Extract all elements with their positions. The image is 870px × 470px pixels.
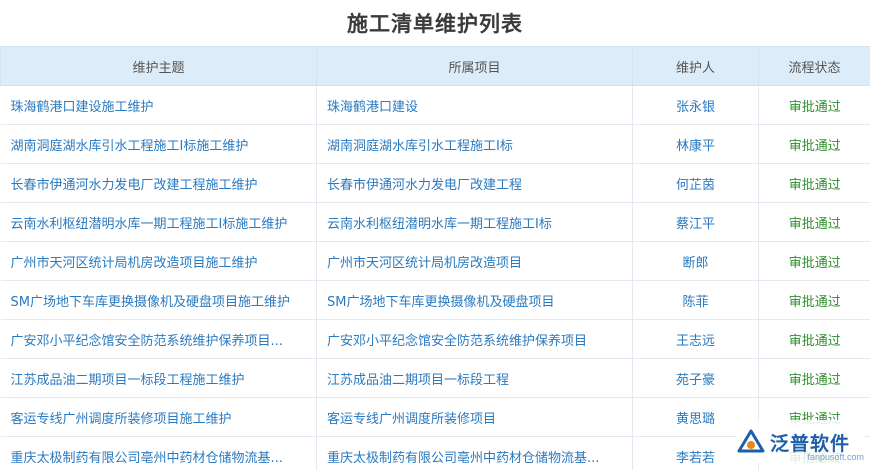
cell-project[interactable]: 重庆太极制药有限公司亳州中药材仓储物流基... [316,436,633,470]
cell-person: 何芷茵 [632,163,759,203]
cell-person: 陈菲 [632,280,759,320]
cell-topic[interactable]: 湖南洞庭湖水库引水工程施工I标施工维护 [0,124,317,164]
cell-person: 张永银 [632,85,759,125]
cell-topic[interactable]: 广安邓小平纪念馆安全防范系统维护保养项目... [0,319,317,359]
cell-status: 审批通过 [758,124,870,164]
cell-topic[interactable]: 珠海鹤港口建设施工维护 [0,85,317,125]
cell-status: 审批通过 [758,241,870,281]
cell-status: 审批通过 [758,319,870,359]
column-header-status[interactable]: 流程状态 [758,46,870,86]
table-row[interactable]: 云南水利枢纽潜明水库一期工程施工I标施工维护 云南水利枢纽潜明水库一期工程施工I… [0,202,870,242]
cell-project[interactable]: 湖南洞庭湖水库引水工程施工I标 [316,124,633,164]
cell-status: 审批通过 [758,358,870,398]
table-row[interactable]: 江苏成品油二期项目一标段工程施工维护 江苏成品油二期项目一标段工程 苑子豪 审批… [0,358,870,398]
cell-status: 审批通过 [758,280,870,320]
table-row[interactable]: SM广场地下车库更换摄像机及硬盘项目施工维护 SM广场地下车库更换摄像机及硬盘项… [0,280,870,320]
cell-project[interactable]: 广州市天河区统计局机房改造项目 [316,241,633,281]
cell-topic[interactable]: 江苏成品油二期项目一标段工程施工维护 [0,358,317,398]
cell-topic[interactable]: 重庆太极制药有限公司亳州中药材仓储物流基... [0,436,317,470]
cell-status: 审批通过 [758,85,870,125]
cell-status: 审批通过 [758,163,870,203]
cell-person: 王志远 [632,319,759,359]
cell-status: 审批通过 [758,202,870,242]
cell-project[interactable]: 珠海鹤港口建设 [316,85,633,125]
cell-project[interactable]: SM广场地下车库更换摄像机及硬盘项目 [316,280,633,320]
cell-project[interactable]: 江苏成品油二期项目一标段工程 [316,358,633,398]
cell-project[interactable]: 长春市伊通河水力发电厂改建工程 [316,163,633,203]
table-row[interactable]: 湖南洞庭湖水库引水工程施工I标施工维护 湖南洞庭湖水库引水工程施工I标 林康平 … [0,124,870,164]
cell-project[interactable]: 云南水利枢纽潜明水库一期工程施工I标 [316,202,633,242]
column-header-person[interactable]: 维护人 [632,46,759,86]
table-row[interactable]: 广安邓小平纪念馆安全防范系统维护保养项目... 广安邓小平纪念馆安全防范系统维护… [0,319,870,359]
cell-person: 断郎 [632,241,759,281]
maintenance-table: 维护主题 所属项目 维护人 流程状态 珠海鹤港口建设施工维护 珠海鹤港口建设 张… [0,46,870,470]
column-header-topic[interactable]: 维护主题 [0,46,317,86]
column-header-project[interactable]: 所属项目 [316,46,633,86]
cell-topic[interactable]: SM广场地下车库更换摄像机及硬盘项目施工维护 [0,280,317,320]
cell-project[interactable]: 客运专线广州调度所装修项目 [316,397,633,437]
table-row[interactable]: 长春市伊通河水力发电厂改建工程施工维护 长春市伊通河水力发电厂改建工程 何芷茵 … [0,163,870,203]
fanpu-logo-icon [737,429,765,453]
cell-person: 蔡江平 [632,202,759,242]
cell-topic[interactable]: 云南水利枢纽潜明水库一期工程施工I标施工维护 [0,202,317,242]
cell-person: 林康平 [632,124,759,164]
cell-person: 苑子豪 [632,358,759,398]
logo-url: fanpusoft.com [807,452,864,462]
table-row[interactable]: 广州市天河区统计局机房改造项目施工维护 广州市天河区统计局机房改造项目 断郎 审… [0,241,870,281]
cell-topic[interactable]: 客运专线广州调度所装修项目施工维护 [0,397,317,437]
cell-topic[interactable]: 长春市伊通河水力发电厂改建工程施工维护 [0,163,317,203]
cell-topic[interactable]: 广州市天河区统计局机房改造项目施工维护 [0,241,317,281]
table-row[interactable]: 珠海鹤港口建设施工维护 珠海鹤港口建设 张永银 审批通过 [0,85,870,125]
table-header-row: 维护主题 所属项目 维护人 流程状态 [0,46,870,86]
cell-project[interactable]: 广安邓小平纪念馆安全防范系统维护保养项目 [316,319,633,359]
page-title: 施工清单维护列表 [347,12,523,36]
